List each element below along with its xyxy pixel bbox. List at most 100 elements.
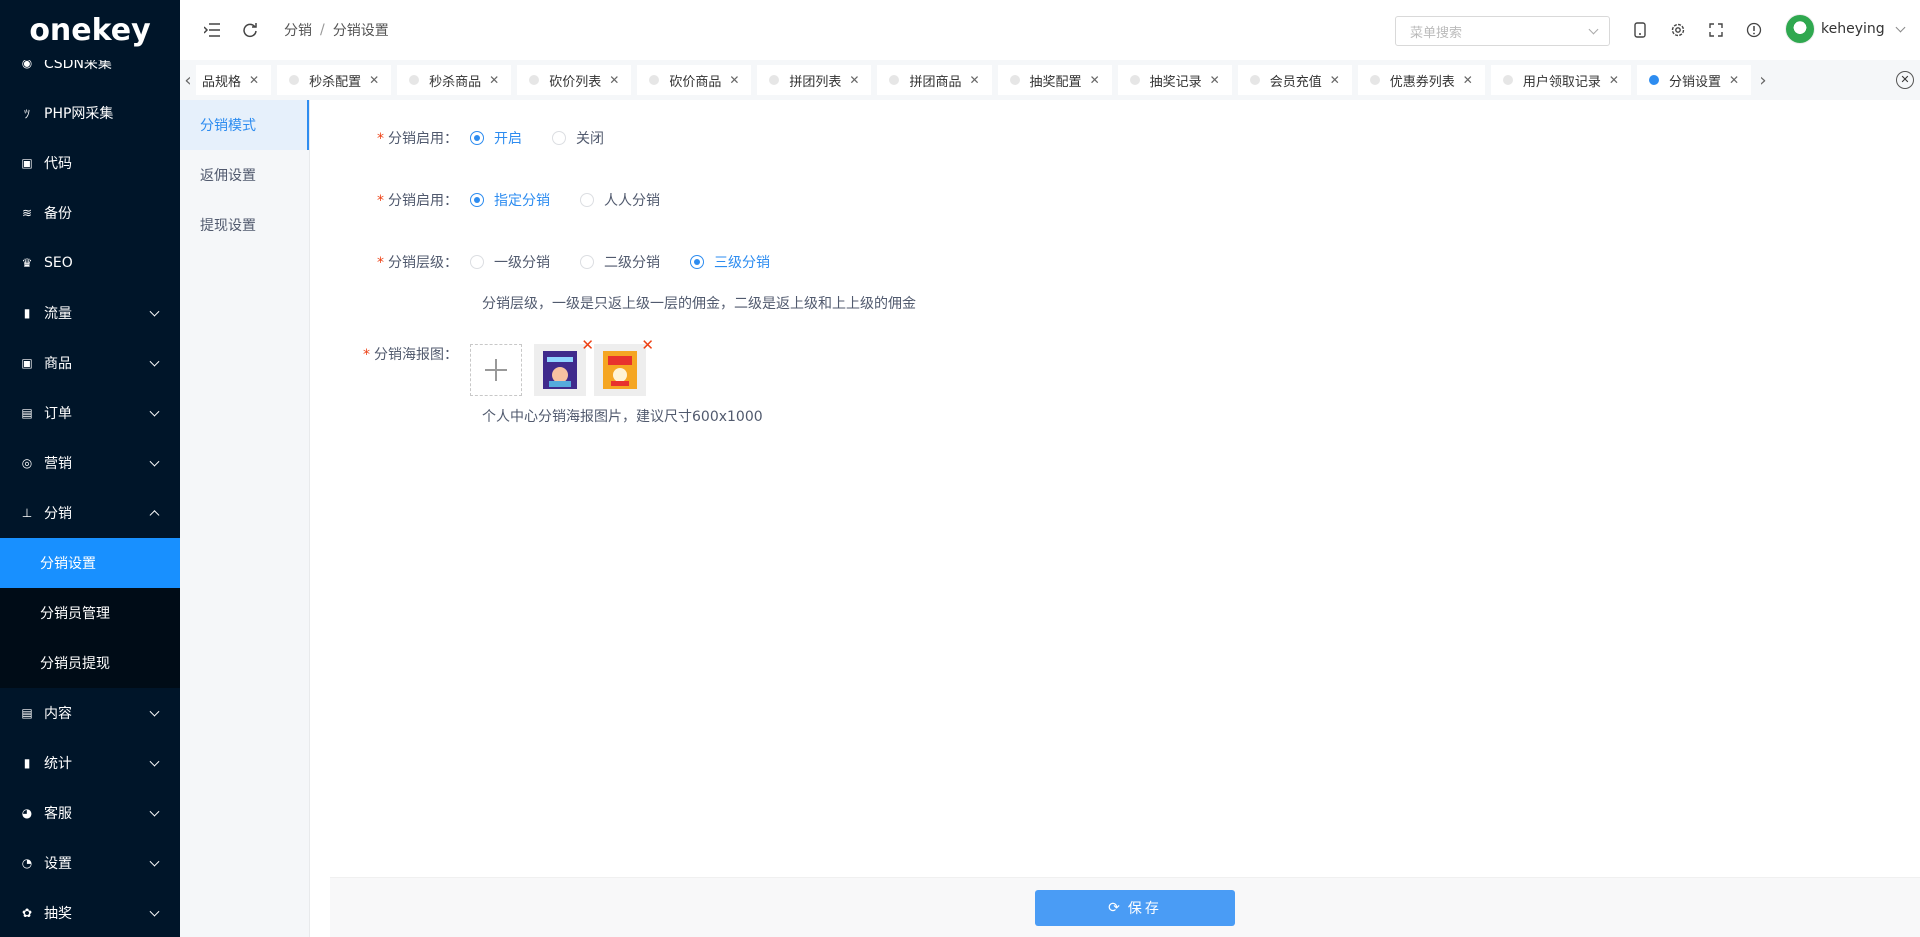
- breadcrumb-item-current: 分销设置: [332, 23, 389, 39]
- sidebar-item[interactable]: ◔ 设置: [0, 838, 180, 888]
- close-icon[interactable]: ✕: [369, 73, 379, 87]
- sidebar-item-label: PHP网采集: [44, 106, 114, 122]
- sidebar-item-label: 分销: [44, 506, 72, 522]
- form-row-mode: * 分销启用： 指定分销 人人分销: [310, 190, 690, 210]
- close-icon[interactable]: ✕: [1609, 73, 1619, 87]
- tabs-scroll-left-icon[interactable]: ‹: [180, 60, 196, 100]
- delete-image-icon[interactable]: ✕: [641, 338, 654, 353]
- close-all-tabs-icon[interactable]: ✕: [1896, 71, 1914, 89]
- radio-level-1[interactable]: 一级分销: [470, 252, 550, 272]
- bag-icon: ▣: [21, 356, 33, 370]
- sidebar-item-label: SEO: [44, 255, 73, 271]
- radio-level-3[interactable]: 三级分销: [690, 252, 770, 272]
- chevron-up-icon: [149, 510, 160, 521]
- tab-label: 品规格: [202, 74, 242, 90]
- close-icon[interactable]: ✕: [969, 73, 979, 87]
- sidebar-item[interactable]: ▣ 商品: [0, 338, 180, 388]
- radio-enable-on[interactable]: 开启: [470, 128, 522, 148]
- tab-status-dot: [649, 75, 660, 85]
- chevron-down-icon: [149, 456, 160, 467]
- tab[interactable]: 拼团商品 ✕: [877, 65, 992, 95]
- close-icon[interactable]: ✕: [249, 73, 259, 87]
- radio-level-2[interactable]: 二级分销: [580, 252, 660, 272]
- sidebar-item[interactable]: ✿ 抽奖: [0, 888, 180, 937]
- sidebar-item[interactable]: ◎ 营销: [0, 438, 180, 488]
- tab[interactable]: 优惠券列表 ✕: [1357, 65, 1485, 95]
- sidebar-item[interactable]: ▮ 统计: [0, 738, 180, 788]
- tab-label: 拼团商品: [909, 74, 962, 90]
- sidebar-item-label: 内容: [44, 706, 72, 722]
- sidebar-item[interactable]: ▣ 代码: [0, 138, 180, 188]
- avatar: [1785, 14, 1815, 44]
- tab[interactable]: 拼团列表 ✕: [757, 65, 872, 95]
- fullscreen-icon[interactable]: [1706, 20, 1726, 40]
- subnav-item[interactable]: 提现设置: [180, 200, 309, 250]
- tab[interactable]: 分销设置 ✕: [1636, 65, 1752, 95]
- sidebar-subitem[interactable]: 分销员管理: [0, 588, 180, 638]
- sidebar-subitem[interactable]: 分销设置: [0, 538, 180, 588]
- sidebar-item[interactable]: ♛ SEO: [0, 238, 180, 288]
- sidebar-item[interactable]: ▤ 内容: [0, 688, 180, 738]
- sidebar-item-label: 统计: [44, 756, 72, 772]
- close-icon[interactable]: ✕: [1330, 73, 1340, 87]
- tab[interactable]: 砍价商品 ✕: [637, 65, 752, 95]
- tab[interactable]: 用户领取记录 ✕: [1490, 65, 1631, 95]
- upload-button[interactable]: [470, 344, 522, 396]
- mobile-icon[interactable]: [1630, 20, 1650, 40]
- sidebar-item-label: 客服: [44, 806, 72, 822]
- refresh-icon[interactable]: [240, 20, 260, 40]
- service-icon: ◕: [21, 806, 33, 820]
- close-icon[interactable]: ✕: [489, 73, 499, 87]
- close-icon[interactable]: ✕: [609, 73, 619, 87]
- menu-fold-icon[interactable]: [202, 20, 222, 40]
- close-icon[interactable]: ✕: [1729, 73, 1739, 87]
- sidebar-item[interactable]: ◕ 客服: [0, 788, 180, 838]
- sidebar-item-label: 备份: [44, 206, 72, 222]
- sidebar-item[interactable]: ▤ 订单: [0, 388, 180, 438]
- sidebar-item[interactable]: ⊥ 分销: [0, 488, 180, 538]
- radio-enable-off[interactable]: 关闭: [552, 128, 604, 148]
- sidebar-item-label: 营销: [44, 456, 72, 472]
- info-icon[interactable]: [1744, 20, 1764, 40]
- menu-search-select[interactable]: 菜单搜索: [1395, 16, 1610, 46]
- poster-thumbnail: ✕: [534, 338, 594, 396]
- save-button[interactable]: ⟳ 保存: [1035, 890, 1235, 926]
- sidebar-subitem[interactable]: 分销员提现: [0, 638, 180, 688]
- form-label: * 分销海报图：: [363, 347, 458, 363]
- gear-icon[interactable]: [1668, 20, 1688, 40]
- close-icon[interactable]: ✕: [1210, 73, 1220, 87]
- tab[interactable]: 秒杀商品 ✕: [397, 65, 512, 95]
- breadcrumb-item[interactable]: 分销: [284, 20, 312, 40]
- database-icon: ≋: [21, 206, 33, 220]
- sidebar-item[interactable]: ▮ 流量: [0, 288, 180, 338]
- sidebar-item[interactable]: ﾂ PHP网采集: [0, 88, 180, 138]
- tab-label: 砍价商品: [669, 74, 722, 90]
- sidebar-item[interactable]: ≋ 备份: [0, 188, 180, 238]
- radio-mode-everyone[interactable]: 人人分销: [580, 190, 660, 210]
- subnav-item[interactable]: 分销模式: [180, 100, 309, 150]
- subnav-item[interactable]: 返佣设置: [180, 150, 309, 200]
- tab-status-dot: [889, 75, 900, 85]
- username: keheying: [1821, 21, 1885, 37]
- tab[interactable]: 会员充值 ✕: [1237, 65, 1352, 95]
- tab[interactable]: 品规格 ✕: [196, 65, 272, 95]
- close-icon[interactable]: ✕: [849, 73, 859, 87]
- close-icon[interactable]: ✕: [1463, 73, 1473, 87]
- poster-image: [543, 351, 577, 389]
- tabs-scroll-right-icon[interactable]: ›: [1755, 60, 1771, 100]
- tab[interactable]: 秒杀配置 ✕: [277, 65, 392, 95]
- settings-icon: ◔: [21, 856, 33, 870]
- delete-image-icon[interactable]: ✕: [581, 338, 594, 353]
- tab[interactable]: 抽奖配置 ✕: [997, 65, 1112, 95]
- sidebar: ◉ CSDN采集ﾂ PHP网采集 ▣ 代码 ≋ 备份 ♛ SEO ▮ 流量 ▣ 商品 ▤ 订单 ◎ 营销 ⊥ 分销分…: [0, 0, 180, 937]
- close-icon[interactable]: ✕: [1090, 73, 1100, 87]
- tab[interactable]: 抽奖记录 ✕: [1117, 65, 1232, 95]
- radio-mode-designated[interactable]: 指定分销: [470, 190, 550, 210]
- tab-label: 会员充值: [1269, 74, 1322, 90]
- user-menu[interactable]: keheying: [1785, 14, 1906, 44]
- chevron-down-icon: [149, 406, 160, 417]
- poster-image: [603, 351, 637, 389]
- chevron-down-icon: [149, 806, 160, 817]
- close-icon[interactable]: ✕: [729, 73, 739, 87]
- tab[interactable]: 砍价列表 ✕: [517, 65, 632, 95]
